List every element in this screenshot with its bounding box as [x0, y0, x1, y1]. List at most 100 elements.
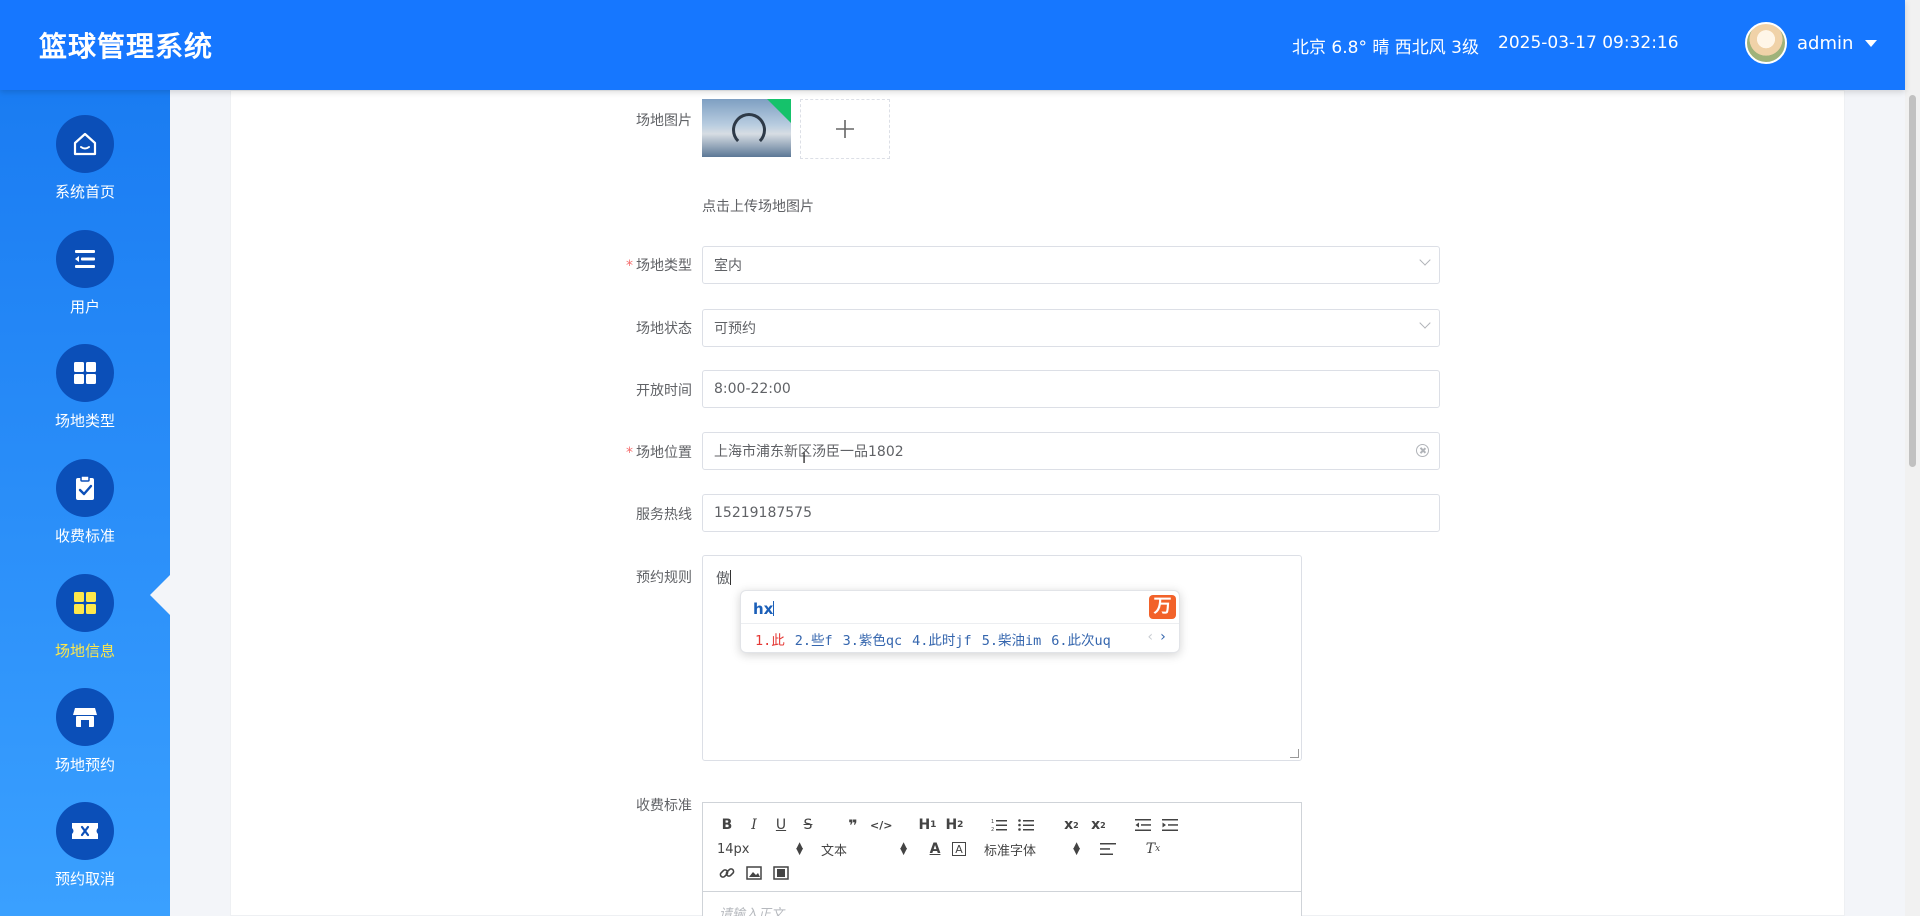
sidebar: 系统首页 用户 场地类型 收费标准 场地信息 场地预约 预约取消	[0, 90, 170, 916]
resize-handle-icon[interactable]	[1290, 749, 1299, 758]
sidebar-item-venue-booking[interactable]: 场地预约	[0, 688, 170, 798]
current-datetime: 2025-03-17 09:32:16	[1498, 33, 1679, 53]
sidebar-item-label: 场地预约	[54, 756, 115, 774]
upload-button[interactable]	[800, 99, 890, 159]
user-menu[interactable]: admin	[1745, 22, 1878, 64]
heading-1-icon[interactable]: H1	[917, 815, 937, 835]
user-list-icon	[56, 230, 114, 288]
ime-candidate[interactable]: 2.些f	[795, 629, 833, 649]
editor-toolbar-row-3	[717, 863, 798, 883]
rich-text-editor[interactable]: B I U S ❞ </> H1 H2 12 x2 x2 14px ▲ ▼ 文本 ▲ ▼…	[702, 802, 1302, 916]
hours-label: 开放时间	[636, 383, 692, 399]
scrollbar[interactable]	[1905, 0, 1920, 916]
store-icon	[56, 688, 114, 746]
ime-candidate[interactable]: 5.柴油im	[982, 629, 1042, 649]
ticket-icon	[56, 802, 114, 860]
venue-status-select[interactable]: 可预约	[702, 309, 1440, 347]
bold-icon[interactable]: B	[717, 815, 737, 835]
editor-toolbar-row-1: B I U S ❞ </> H1 H2 12 x2 x2	[717, 815, 1187, 835]
hotline-value: 15219187575	[714, 505, 812, 521]
home-icon	[56, 115, 114, 173]
ime-candidate[interactable]: 6.此次uq	[1051, 629, 1111, 649]
ime-prev-page-icon[interactable]: ‹	[1146, 629, 1158, 645]
ordered-list-icon[interactable]: 12	[989, 815, 1009, 835]
venue-status-value: 可预约	[714, 321, 756, 337]
code-block-icon[interactable]: </>	[870, 815, 892, 835]
type-label: * 场地类型	[626, 258, 692, 274]
chevron-down-icon	[1419, 254, 1431, 266]
font-family-select[interactable]: 标准字体 ▲ ▼	[984, 839, 1080, 859]
ime-candidate-popup: hx 万 1.此 2.些f 3.紫色qc 4.此时jf 5.柴油im 6.此次u…	[740, 590, 1180, 653]
i-beam-cursor-icon: I	[802, 451, 807, 467]
venue-type-value: 室内	[714, 258, 742, 274]
booking-rules-textarea[interactable]: 傲	[702, 555, 1302, 761]
underline-icon[interactable]: U	[771, 815, 791, 835]
rules-label: 预约规则	[636, 570, 692, 586]
sidebar-item-fee-standard[interactable]: 收费标准	[0, 459, 170, 569]
chevron-down-icon	[1419, 317, 1431, 329]
font-color-icon[interactable]: A	[925, 839, 945, 859]
ime-candidate[interactable]: 3.紫色qc	[843, 629, 903, 649]
video-icon[interactable]	[771, 863, 791, 883]
ime-candidates: 1.此 2.些f 3.紫色qc 4.此时jf 5.柴油im 6.此次uq	[755, 629, 1111, 649]
svg-text:2: 2	[991, 827, 994, 832]
block-format-select[interactable]: 文本 ▲ ▼	[821, 839, 907, 859]
image-icon[interactable]	[744, 863, 764, 883]
caret-down-icon[interactable]	[1865, 39, 1878, 47]
active-indicator	[150, 573, 172, 617]
sidebar-item-booking-cancel[interactable]: 预约取消	[0, 802, 170, 912]
sidebar-item-label: 系统首页	[54, 183, 115, 201]
plus-icon	[836, 120, 854, 138]
sidebar-item-label: 用户	[69, 298, 100, 316]
venue-type-select[interactable]: 室内	[702, 246, 1440, 284]
outdent-icon[interactable]	[1133, 815, 1153, 835]
indent-icon[interactable]	[1160, 815, 1180, 835]
heading-2-icon[interactable]: H2	[944, 815, 964, 835]
hotline-input[interactable]: 15219187575	[702, 494, 1440, 532]
ime-pager: ‹›	[1146, 629, 1171, 645]
venue-image-thumbnail[interactable]	[702, 99, 791, 157]
upload-hint: 点击上传场地图片	[702, 199, 814, 215]
background-color-icon[interactable]: A	[952, 842, 966, 856]
link-icon[interactable]	[717, 863, 737, 883]
grid-icon	[56, 344, 114, 402]
clipboard-check-icon	[56, 459, 114, 517]
sidebar-item-label: 收费标准	[54, 527, 115, 545]
open-hours-input[interactable]: 8:00-22:00	[702, 370, 1440, 408]
strikethrough-icon[interactable]: S	[798, 815, 818, 835]
clear-format-icon[interactable]: Tx	[1143, 839, 1163, 859]
sidebar-item-label: 场地类型	[54, 412, 115, 430]
ime-candidate[interactable]: 4.此时jf	[912, 629, 972, 649]
ime-candidate[interactable]: 1.此	[755, 629, 785, 649]
location-input[interactable]: 上海市浦东新区汤臣一品1802	[702, 432, 1440, 470]
ime-composition: hx	[753, 600, 775, 618]
location-value: 上海市浦东新区汤臣一品1802	[714, 444, 904, 460]
superscript-icon[interactable]: x2	[1088, 815, 1108, 835]
svg-text:1: 1	[991, 819, 994, 825]
status-label: 场地状态	[636, 321, 692, 337]
subscript-icon[interactable]: x2	[1061, 815, 1081, 835]
booking-rules-text: 傲	[716, 571, 730, 587]
ime-logo-icon[interactable]: 万	[1149, 595, 1176, 619]
top-header: 篮球管理系统 北京 6.8° 晴 西北风 3级 2025-03-17 09:32…	[0, 0, 1905, 90]
sidebar-item-venue-type[interactable]: 场地类型	[0, 344, 170, 454]
italic-icon[interactable]: I	[744, 815, 764, 835]
avatar[interactable]	[1745, 22, 1787, 64]
image-label: 场地图片	[636, 113, 692, 129]
sidebar-item-home[interactable]: 系统首页	[0, 115, 170, 225]
fee-label: 收费标准	[636, 798, 692, 814]
ime-next-page-icon[interactable]: ›	[1159, 629, 1171, 645]
sidebar-item-venue-info[interactable]: 场地信息	[0, 574, 170, 684]
sidebar-item-users[interactable]: 用户	[0, 230, 170, 340]
blockquote-icon[interactable]: ❞	[843, 815, 863, 835]
scroll-thumb[interactable]	[1909, 95, 1916, 467]
bullet-list-icon[interactable]	[1016, 815, 1036, 835]
location-label: * 场地位置	[626, 445, 692, 461]
clear-icon[interactable]	[1416, 444, 1429, 457]
text-caret	[730, 570, 731, 585]
font-size-select[interactable]: 14px ▲ ▼	[717, 839, 803, 859]
align-left-icon[interactable]	[1098, 839, 1118, 859]
sidebar-item-label: 场地信息	[54, 642, 115, 660]
editor-placeholder: 请输入正文...	[719, 907, 797, 916]
sidebar-item-label: 预约取消	[54, 870, 115, 888]
